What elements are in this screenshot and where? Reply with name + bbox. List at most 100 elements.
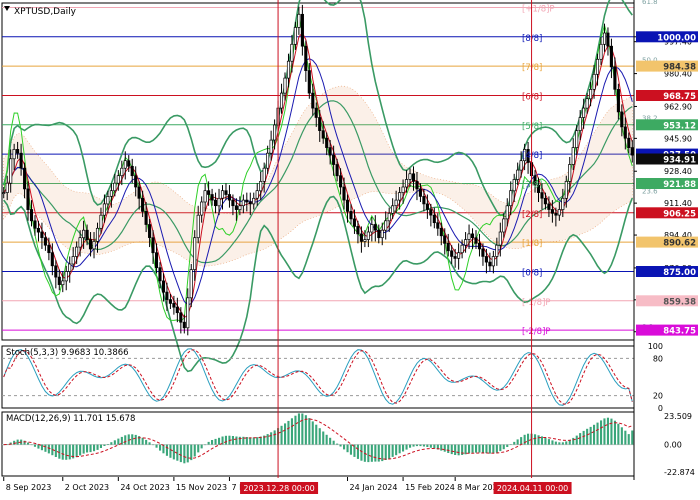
time-axis-label: 24 Oct 2023 <box>120 483 169 492</box>
candle-body <box>585 98 589 109</box>
macd-histogram-bar <box>339 444 342 447</box>
macd-histogram-bar <box>99 444 102 448</box>
candle-body <box>106 196 110 205</box>
macd-histogram-bar <box>27 442 30 445</box>
candle-body <box>95 227 100 242</box>
candle-body <box>241 199 245 207</box>
candle-body <box>335 164 339 177</box>
candle-body <box>432 214 436 224</box>
macd-histogram-bar <box>509 444 512 445</box>
murrey-level-label: [6/8] <box>522 93 542 103</box>
candle-body <box>582 107 586 118</box>
candle-body <box>144 211 148 225</box>
candle-body <box>345 199 350 212</box>
murrey-level-label: [2/8] <box>522 210 542 220</box>
macd-histogram-bar <box>395 444 398 456</box>
macd-histogram-bar <box>315 424 318 445</box>
macd-histogram-bar <box>485 444 488 454</box>
macd-histogram-bar <box>610 418 613 445</box>
macd-histogram-bar <box>572 437 575 445</box>
candle-body <box>217 197 221 207</box>
chart-title: XPTUSD,Daily <box>14 7 77 17</box>
candle-body <box>589 89 593 100</box>
candle-body <box>484 256 488 263</box>
price-tag-label: 968.75 <box>663 92 696 102</box>
candle-body <box>453 256 457 259</box>
candle-body <box>470 233 475 239</box>
time-axis-label: 2 Oct 2023 <box>65 483 109 492</box>
stoch-axis-label: 0 <box>658 404 663 413</box>
candle-body <box>71 256 75 265</box>
candle-body <box>64 271 68 282</box>
macd-label: MACD(12,26,9) 11.701 15.678 <box>6 414 135 424</box>
candle-body <box>474 237 478 244</box>
macd-histogram-bar <box>47 444 50 454</box>
candle-body <box>575 130 579 148</box>
candle-body <box>304 45 308 71</box>
macd-histogram-bar <box>318 428 321 445</box>
candle-body <box>290 43 294 62</box>
macd-histogram-bar <box>297 413 300 445</box>
price-tag-label: 906.25 <box>663 209 696 219</box>
macd-histogram-bar <box>124 435 127 445</box>
murrey-level-label: [+1/8]P <box>522 5 555 15</box>
macd-histogram-bar <box>374 444 377 462</box>
macd-histogram-bar <box>82 444 85 454</box>
macd-histogram-bar <box>457 444 460 456</box>
murrey-level-label: [1/8] <box>522 239 542 249</box>
candle-body <box>200 201 204 216</box>
candle-body <box>460 244 464 254</box>
candle-body <box>623 126 627 139</box>
candle-body <box>436 222 440 229</box>
candle-body <box>33 220 37 229</box>
macd-histogram-bar <box>540 436 543 445</box>
macd-histogram-bar <box>23 440 26 445</box>
candle-body <box>227 194 231 201</box>
candle-body <box>491 256 495 267</box>
macd-histogram-bar <box>117 438 120 445</box>
candle-body <box>550 209 554 214</box>
macd-histogram-bar <box>13 440 16 445</box>
candle-body <box>318 117 322 131</box>
candle-body <box>283 77 287 94</box>
macd-histogram-bar <box>534 434 537 445</box>
macd-histogram-bar <box>492 444 495 454</box>
macd-histogram-bar <box>620 427 623 445</box>
macd-histogram-bar <box>429 444 432 448</box>
macd-histogram-bar <box>148 442 151 445</box>
candle-body <box>481 248 485 257</box>
candle-body <box>457 252 461 259</box>
candle-body <box>300 13 304 47</box>
macd-histogram-bar <box>197 444 200 453</box>
stoch-axis-label: 80 <box>653 354 663 363</box>
candle-body <box>394 199 398 207</box>
candle-body <box>120 167 124 177</box>
candle-body <box>252 197 256 205</box>
macd-histogram-bar <box>349 444 352 455</box>
candle-body <box>516 169 520 180</box>
macd-histogram-bar <box>336 443 339 445</box>
candle-body <box>592 73 596 90</box>
macd-histogram-bar <box>58 444 61 459</box>
candle-body <box>498 231 502 246</box>
macd-histogram-bar <box>179 444 182 463</box>
candle-body <box>54 265 58 278</box>
murrey-level-label: [-2/8]P <box>522 327 551 337</box>
candle-body <box>231 199 235 207</box>
macd-histogram-bar <box>235 436 238 445</box>
dropdown-arrow-icon <box>4 6 10 11</box>
macd-histogram-bar <box>481 444 484 453</box>
candle-body <box>366 231 370 240</box>
macd-histogram-bar <box>593 424 596 445</box>
candle-body <box>109 190 113 197</box>
candle-body <box>387 212 391 222</box>
macd-histogram-bar <box>96 444 99 450</box>
candle-body <box>467 233 471 240</box>
macd-histogram-bar <box>249 437 252 445</box>
candle-body <box>279 92 284 109</box>
candle-body <box>213 199 218 207</box>
macd-histogram-bar <box>231 436 234 445</box>
candle-body <box>224 190 228 195</box>
candle-body <box>314 107 318 118</box>
macd-histogram-bar <box>155 444 158 448</box>
